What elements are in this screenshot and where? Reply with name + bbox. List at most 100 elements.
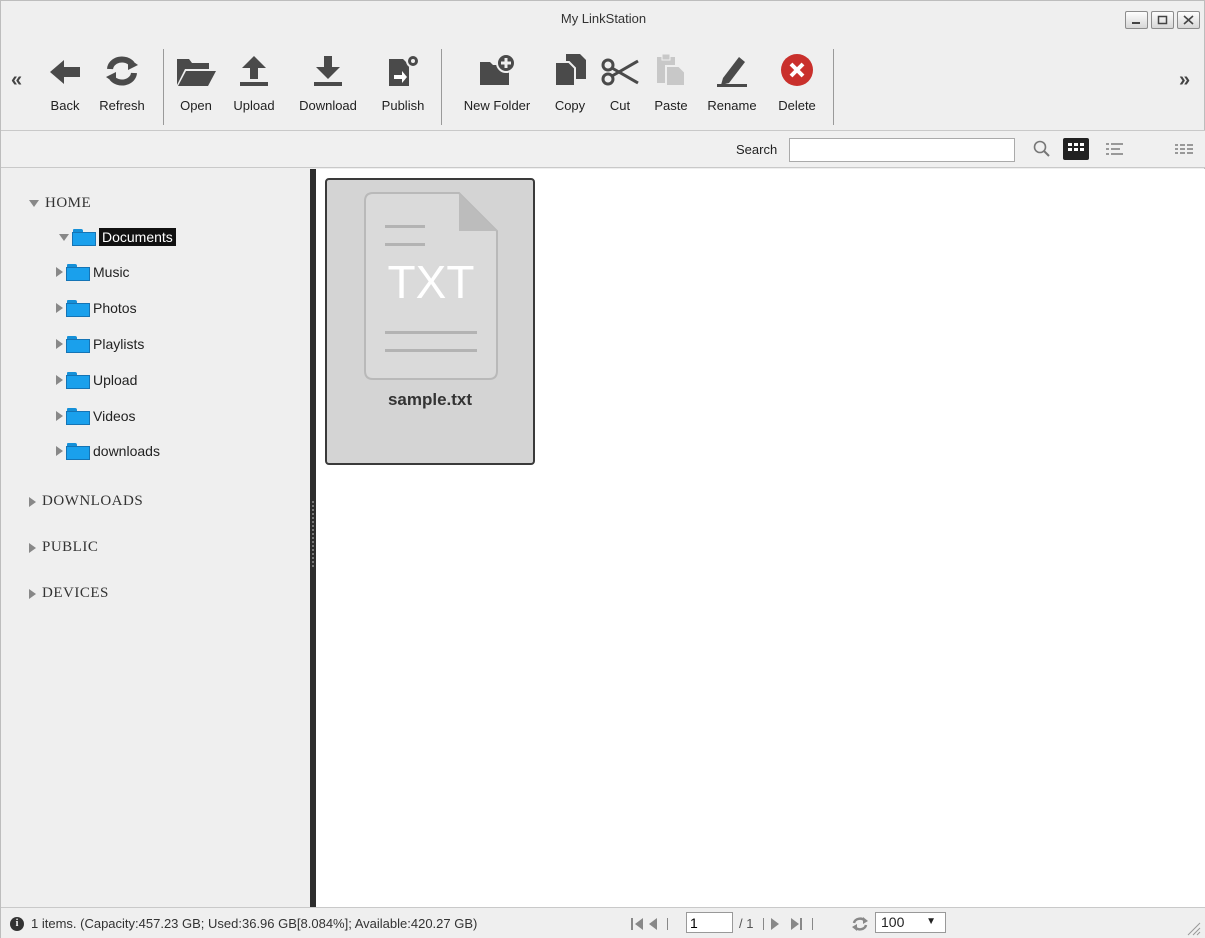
tree-root-public[interactable]: PUBLIC xyxy=(29,539,98,556)
tree-item-upload[interactable]: Upload xyxy=(56,369,137,391)
collapsed-arrow-icon[interactable] xyxy=(56,446,63,456)
storage-status-text: 1 items. (Capacity:457.23 GB; Used:36.96… xyxy=(31,916,478,931)
tree-root-downloads[interactable]: DOWNLOADS xyxy=(29,493,143,510)
info-icon: i xyxy=(10,917,24,931)
collapsed-arrow-icon[interactable] xyxy=(56,375,63,385)
pager-next-last-icon[interactable] xyxy=(763,915,853,933)
list-view-icon xyxy=(1175,144,1193,154)
tree-item-downloads[interactable]: downloads xyxy=(56,440,160,462)
upload-label: Upload xyxy=(233,98,275,113)
tree-item-label: Music xyxy=(93,264,130,280)
maximize-button[interactable] xyxy=(1151,11,1174,29)
cut-button[interactable]: Cut xyxy=(595,41,645,123)
upload-icon xyxy=(240,56,268,86)
pager-refresh-icon[interactable] xyxy=(851,915,869,933)
items-per-page-select[interactable]: 100 ▼ xyxy=(875,912,946,933)
collapsed-arrow-icon[interactable] xyxy=(29,542,36,553)
tree-root-devices[interactable]: DEVICES xyxy=(29,585,109,602)
search-icon xyxy=(1033,140,1050,157)
window-controls xyxy=(1125,11,1200,29)
minimize-button[interactable] xyxy=(1125,11,1148,29)
file-view: TXT sample.txt xyxy=(316,169,1205,907)
tree-item-music[interactable]: Music xyxy=(56,261,130,283)
open-button[interactable]: Open xyxy=(171,41,221,123)
tree-item-label: downloads xyxy=(93,443,160,459)
grid-view-icon xyxy=(1068,143,1084,151)
resize-grip-icon[interactable] xyxy=(1185,920,1201,936)
delete-icon xyxy=(781,54,813,86)
expanded-arrow-icon[interactable] xyxy=(29,200,39,207)
new-folder-label: New Folder xyxy=(463,98,531,113)
publish-label: Publish xyxy=(381,98,425,113)
tree-item-label: Playlists xyxy=(93,336,145,352)
close-button[interactable] xyxy=(1177,11,1200,29)
folder-icon xyxy=(66,299,90,317)
maximize-icon xyxy=(1157,15,1168,25)
tree-item-playlists[interactable]: Playlists xyxy=(56,333,144,355)
toolbar-separator xyxy=(163,49,164,125)
publish-icon xyxy=(389,54,420,86)
delete-label: Delete xyxy=(778,98,816,113)
page-number-input[interactable] xyxy=(686,912,733,933)
publish-button[interactable]: Publish xyxy=(371,41,435,123)
tree-item-label: Upload xyxy=(93,372,138,388)
tree-item-photos[interactable]: Photos xyxy=(56,297,137,319)
toolbar-scroll-left[interactable]: « xyxy=(11,69,22,92)
toolbar: « » Back Refresh Open Upload Download Pu… xyxy=(1,41,1205,128)
file-type-label: TXT xyxy=(387,256,475,308)
collapsed-arrow-icon[interactable] xyxy=(56,411,63,421)
splitter-grip[interactable] xyxy=(312,499,314,569)
collapsed-arrow-icon[interactable] xyxy=(56,267,63,277)
delete-button[interactable]: Delete xyxy=(767,41,827,123)
expanded-arrow-icon[interactable] xyxy=(59,233,69,241)
tree-root-home[interactable]: HOME xyxy=(29,195,91,212)
collapsed-arrow-icon[interactable] xyxy=(29,588,36,599)
file-tile[interactable]: TXT sample.txt xyxy=(325,178,535,465)
file-manager-window: My LinkStation « » Back Refresh Open Upl… xyxy=(0,0,1205,938)
scissors-icon xyxy=(601,58,639,86)
tree-item-videos[interactable]: Videos xyxy=(56,405,136,427)
page-total: / 1 xyxy=(739,916,754,931)
status-bar: i 1 items. (Capacity:457.23 GB; Used:36.… xyxy=(1,907,1205,938)
collapsed-arrow-icon[interactable] xyxy=(56,339,63,349)
search-input[interactable] xyxy=(789,138,1015,162)
tree-item-label: Photos xyxy=(93,300,137,316)
upload-button[interactable]: Upload xyxy=(223,41,285,123)
close-icon xyxy=(1183,15,1194,25)
tree-root-label: HOME xyxy=(45,195,92,211)
toolbar-scroll-right[interactable]: » xyxy=(1179,69,1190,92)
file-name: sample.txt xyxy=(387,390,473,409)
download-icon xyxy=(314,56,342,86)
back-button[interactable]: Back xyxy=(45,41,85,123)
items-per-page-value: 100 xyxy=(881,914,905,930)
search-bar: Search xyxy=(1,130,1205,168)
search-button[interactable] xyxy=(1029,138,1055,160)
paste-button[interactable]: Paste xyxy=(645,41,697,123)
download-button[interactable]: Download xyxy=(285,41,371,123)
tree-item-label: Documents xyxy=(99,228,176,246)
paste-icon xyxy=(657,53,686,87)
folder-icon xyxy=(66,407,90,425)
folder-icon xyxy=(72,228,96,246)
new-folder-button[interactable]: New Folder xyxy=(449,41,545,123)
view-details-button[interactable] xyxy=(1102,138,1128,160)
cut-label: Cut xyxy=(609,98,631,113)
rename-button[interactable]: Rename xyxy=(697,41,767,123)
collapsed-arrow-icon[interactable] xyxy=(56,303,63,313)
open-label: Open xyxy=(180,98,212,113)
folder-icon xyxy=(66,371,90,389)
refresh-button[interactable]: Refresh xyxy=(88,41,156,123)
detail-view-icon xyxy=(1106,143,1123,155)
tree-root-label: DOWNLOADS xyxy=(42,493,144,509)
tree-item-documents[interactable]: Documents xyxy=(59,226,176,248)
pager-first-prev-icon[interactable] xyxy=(629,915,677,933)
pencil-icon xyxy=(717,57,747,87)
view-list-button[interactable] xyxy=(1171,138,1197,160)
open-folder-icon xyxy=(177,59,216,86)
collapsed-arrow-icon[interactable] xyxy=(29,496,36,507)
view-icons-button[interactable] xyxy=(1063,138,1089,160)
tree-root-label: DEVICES xyxy=(42,585,109,601)
tree-root-label: PUBLIC xyxy=(42,539,99,555)
new-folder-icon xyxy=(480,53,516,85)
copy-button[interactable]: Copy xyxy=(545,41,595,123)
